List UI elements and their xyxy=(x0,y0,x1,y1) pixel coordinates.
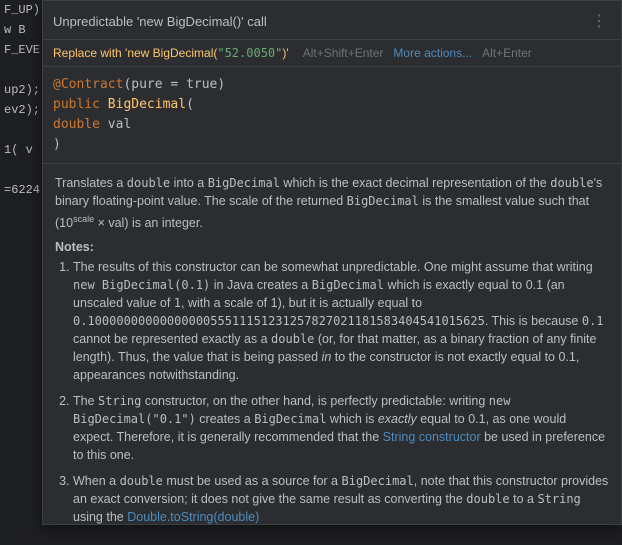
code-line-9 xyxy=(0,160,42,180)
string-constructor-link[interactable]: String constructor xyxy=(383,430,481,444)
description-paragraph: Translates a double into a BigDecimal wh… xyxy=(55,174,609,232)
note-item-1: The results of this constructor can be s… xyxy=(73,258,609,384)
snippet-line-1: @Contract(pure = true) xyxy=(53,75,611,95)
quickfix-row: Replace with 'new BigDecimal("52.0050")'… xyxy=(43,40,621,67)
snippet-line-2: public BigDecimal( xyxy=(53,95,611,115)
snippet-line-4: ) xyxy=(53,135,611,155)
code-snippet: @Contract(pure = true) public BigDecimal… xyxy=(43,67,621,164)
more-actions-link[interactable]: More actions... xyxy=(393,46,472,60)
code-line-10: =6224 xyxy=(0,180,42,200)
inspection-popup: Unpredictable 'new BigDecimal()' call ⋮ … xyxy=(42,0,622,525)
popup-header: Unpredictable 'new BigDecimal()' call ⋮ xyxy=(43,1,621,40)
bigdecimal-classname: BigDecimal xyxy=(108,97,186,112)
left-code-strip: F_UP) w B F_EVE up2); ev2); 1( v =6224 xyxy=(0,0,42,545)
description-area[interactable]: Translates a double into a BigDecimal wh… xyxy=(43,164,621,524)
note-item-3: When a double must be used as a source f… xyxy=(73,472,609,524)
snippet-line-3: double val xyxy=(53,115,611,135)
code-line-5: up2); xyxy=(0,80,42,100)
code-line-6: ev2); xyxy=(0,100,42,120)
notes-label: Notes: xyxy=(55,240,609,254)
code-line-8: 1( v xyxy=(0,140,42,160)
popup-menu-button[interactable]: ⋮ xyxy=(587,9,611,33)
val-var: val xyxy=(100,117,131,132)
quickfix-action-label: Replace with 'new BigDecimal("52.0050")' xyxy=(53,46,289,60)
popup-title: Unpredictable 'new BigDecimal()' call xyxy=(53,14,267,29)
notes-list: The results of this constructor can be s… xyxy=(55,258,609,524)
close-paren: ) xyxy=(53,137,61,152)
code-line-1: F_UP) xyxy=(0,0,42,20)
public-keyword: public xyxy=(53,97,100,112)
code-line-3: F_EVE xyxy=(0,40,42,60)
code-line-7 xyxy=(0,120,42,140)
quickfix-shortcut1: Alt+Shift+Enter xyxy=(303,46,384,60)
code-line-2: w B xyxy=(0,20,42,40)
quickfix-shortcut2: Alt+Enter xyxy=(482,46,532,60)
code-line-4 xyxy=(0,60,42,80)
annotation-args: (pure = true) xyxy=(123,77,225,92)
double-tostring-link[interactable]: Double.toString(double) xyxy=(127,510,259,524)
open-paren: ( xyxy=(186,97,194,112)
annotation-keyword: @Contract xyxy=(53,77,123,92)
double-keyword: double xyxy=(53,117,100,132)
note-item-2: The String constructor, on the other han… xyxy=(73,392,609,464)
